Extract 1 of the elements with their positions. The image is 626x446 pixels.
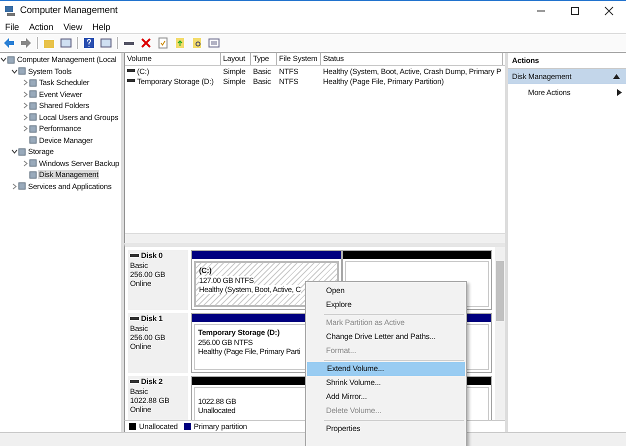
window-title: Computer Management [20, 5, 118, 16]
